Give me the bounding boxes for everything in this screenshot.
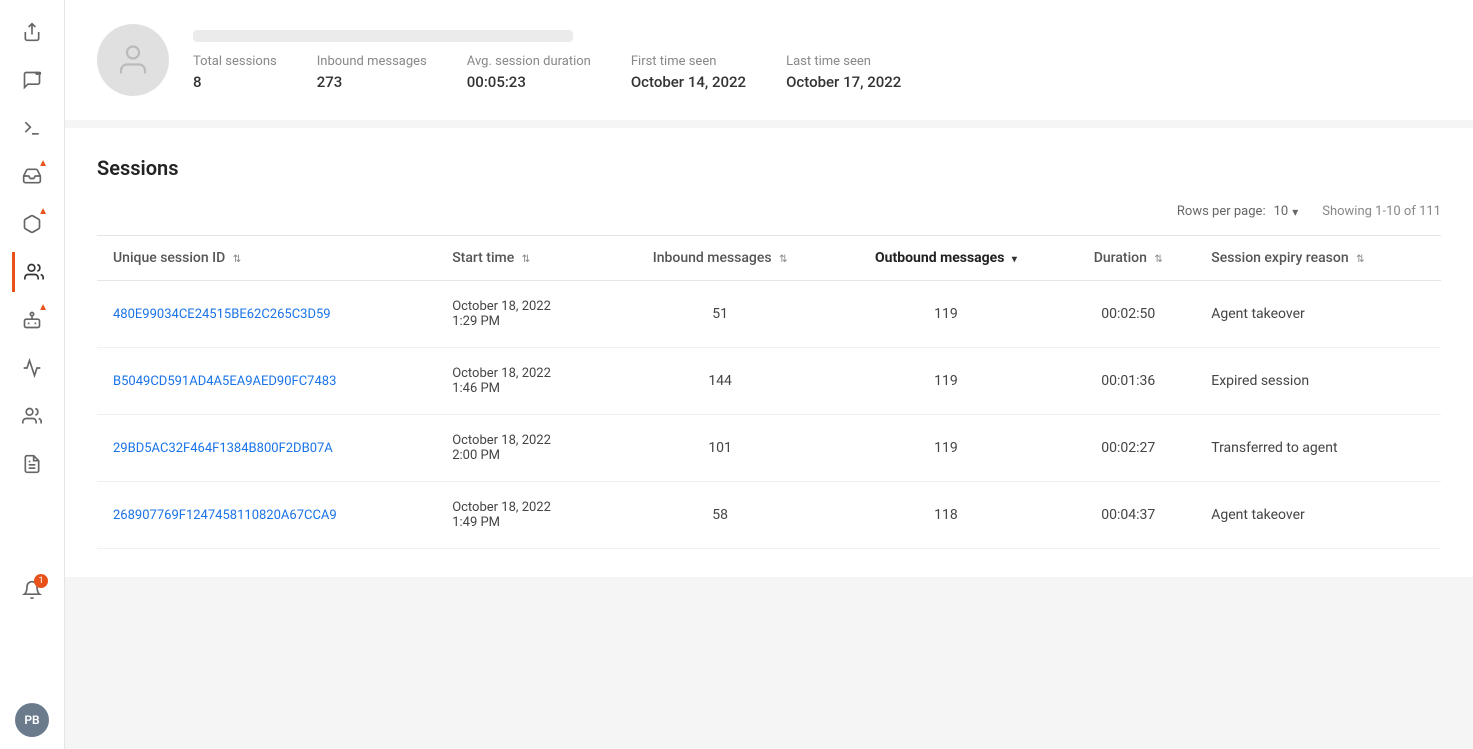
cell-inbound: 144 [610, 348, 831, 415]
cell-outbound: 119 [831, 415, 1062, 482]
bot-up-icon[interactable]: ▲ [12, 300, 52, 340]
profile-stats: Total sessions 8 Inbound messages 273 Av… [193, 54, 901, 91]
up-badge-bot: ▲ [38, 302, 48, 313]
notifications-icon[interactable]: 1 [12, 570, 52, 610]
inbox-up-icon[interactable]: ▲ [12, 156, 52, 196]
cell-session-id: 268907769F1247458110820A67CCA9 [97, 482, 436, 549]
sort-icon-outbound: ▾ [1012, 254, 1017, 265]
cell-duration: 00:02:27 [1061, 415, 1195, 482]
sort-icon-expiry: ⇅ [1356, 254, 1364, 265]
contacts-icon[interactable] [12, 252, 52, 292]
cell-start-time: October 18, 20221:46 PM [436, 348, 609, 415]
profile-info: Total sessions 8 Inbound messages 273 Av… [193, 30, 901, 91]
session-link[interactable]: 268907769F1247458110820A67CCA9 [113, 508, 337, 523]
table-row: B5049CD591AD4A5EA9AED90FC7483 October 18… [97, 348, 1441, 415]
showing-text: Showing 1-10 of 111 [1322, 204, 1441, 219]
sort-icon-start-time: ⇅ [522, 254, 530, 265]
cell-reason: Transferred to agent [1195, 415, 1441, 482]
chat-icon[interactable] [12, 60, 52, 100]
cell-start-time: October 18, 20222:00 PM [436, 415, 609, 482]
session-link[interactable]: B5049CD591AD4A5EA9AED90FC7483 [113, 374, 336, 389]
sessions-section: Sessions Rows per page: 10 ▾ Showing 1-1… [65, 128, 1473, 577]
rows-per-page-selector[interactable]: 10 ▾ [1274, 204, 1299, 219]
cell-inbound: 51 [610, 281, 831, 348]
session-link[interactable]: 480E99034CE24515BE62C265C3D59 [113, 307, 331, 322]
table-row: 29BD5AC32F464F1384B800F2DB07A October 18… [97, 415, 1441, 482]
sort-icon-inbound: ⇅ [779, 254, 787, 265]
sessions-title: Sessions [97, 156, 1441, 180]
col-start-time[interactable]: Start time ⇅ [436, 236, 609, 281]
cell-outbound: 119 [831, 281, 1062, 348]
session-link[interactable]: 29BD5AC32F464F1384B800F2DB07A [113, 441, 333, 456]
table-controls: Rows per page: 10 ▾ Showing 1-10 of 111 [97, 204, 1441, 219]
sort-icon-duration: ⇅ [1154, 254, 1162, 265]
share-icon[interactable] [12, 12, 52, 52]
up-badge-box: ▲ [38, 206, 48, 217]
team-icon[interactable] [12, 396, 52, 436]
cell-session-id: 29BD5AC32F464F1384B800F2DB07A [97, 415, 436, 482]
cell-outbound: 119 [831, 348, 1062, 415]
stat-avg-duration: Avg. session duration 00:05:23 [467, 54, 591, 91]
cell-reason: Expired session [1195, 348, 1441, 415]
rows-per-page-label: Rows per page: [1177, 204, 1266, 219]
col-expiry-reason[interactable]: Session expiry reason ⇅ [1195, 236, 1441, 281]
cell-reason: Agent takeover [1195, 281, 1441, 348]
cell-session-id: B5049CD591AD4A5EA9AED90FC7483 [97, 348, 436, 415]
sessions-table: Unique session ID ⇅ Start time ⇅ Inbound… [97, 235, 1441, 549]
cell-start-time: October 18, 20221:29 PM [436, 281, 609, 348]
stat-last-seen: Last time seen October 17, 2022 [786, 54, 901, 91]
col-session-id[interactable]: Unique session ID ⇅ [97, 236, 436, 281]
chevron-down-icon: ▾ [1292, 205, 1298, 219]
cell-duration: 00:04:37 [1061, 482, 1195, 549]
cell-outbound: 118 [831, 482, 1062, 549]
col-inbound[interactable]: Inbound messages ⇅ [610, 236, 831, 281]
cell-duration: 00:01:36 [1061, 348, 1195, 415]
analytics-icon[interactable] [12, 348, 52, 388]
profile-avatar [97, 24, 169, 96]
user-avatar[interactable]: PB [15, 703, 49, 737]
sort-icon-session-id: ⇅ [233, 254, 241, 265]
table-row: 480E99034CE24515BE62C265C3D59 October 18… [97, 281, 1441, 348]
terminal-icon[interactable] [12, 108, 52, 148]
col-duration[interactable]: Duration ⇅ [1061, 236, 1195, 281]
stat-total-sessions: Total sessions 8 [193, 54, 277, 91]
table-row: 268907769F1247458110820A67CCA9 October 1… [97, 482, 1441, 549]
sidebar: ▲ ▲ ▲ 1 PB [0, 0, 65, 749]
cell-start-time: October 18, 20221:49 PM [436, 482, 609, 549]
profile-name-blur [193, 30, 573, 42]
rules-icon[interactable] [12, 444, 52, 484]
main-content: Total sessions 8 Inbound messages 273 Av… [65, 0, 1473, 749]
stat-inbound-messages: Inbound messages 273 [317, 54, 427, 91]
up-badge-inbox: ▲ [38, 158, 48, 169]
cell-duration: 00:02:50 [1061, 281, 1195, 348]
box-up-icon[interactable]: ▲ [12, 204, 52, 244]
person-icon [115, 42, 151, 78]
cell-session-id: 480E99034CE24515BE62C265C3D59 [97, 281, 436, 348]
stat-first-seen: First time seen October 14, 2022 [631, 54, 746, 91]
notifications-badge: 1 [34, 574, 48, 588]
col-outbound[interactable]: Outbound messages ▾ [831, 236, 1062, 281]
cell-inbound: 58 [610, 482, 831, 549]
cell-inbound: 101 [610, 415, 831, 482]
profile-card: Total sessions 8 Inbound messages 273 Av… [65, 0, 1473, 120]
cell-reason: Agent takeover [1195, 482, 1441, 549]
